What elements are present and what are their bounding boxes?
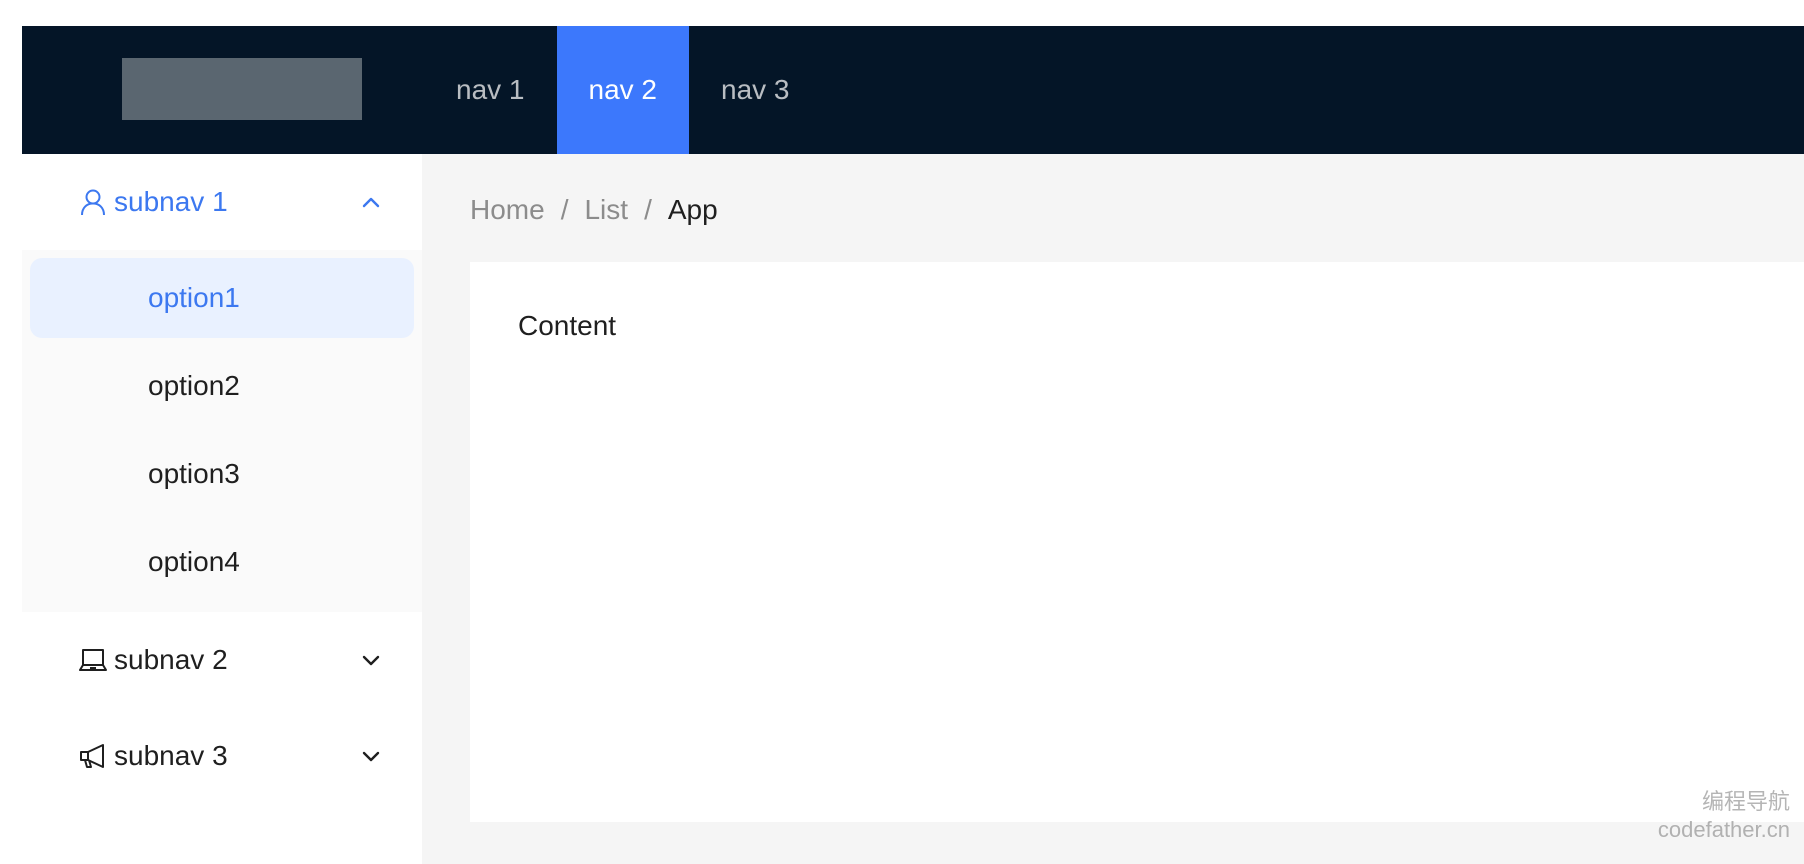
content-text: Content [518, 310, 617, 341]
breadcrumb-current: App [667, 194, 718, 225]
laptop-icon [78, 645, 108, 675]
submenu-subnav-2[interactable]: subnav 2 [22, 612, 422, 708]
content-panel: Content [470, 262, 1804, 822]
submenu-subnav-1[interactable]: subnav 1 [22, 154, 422, 250]
breadcrumb-home[interactable]: Home [470, 194, 545, 226]
watermark-line-2: codefather.cn [1657, 817, 1790, 842]
user-icon [78, 187, 108, 217]
header: nav 1 nav 2 nav 3 [22, 26, 1804, 154]
watermark: 编程导航 codefather.cn [1658, 788, 1790, 844]
submenu-subnav-3[interactable]: subnav 3 [22, 708, 422, 804]
app-layout: nav 1 nav 2 nav 3 subnav 1 option1 optio… [22, 26, 1804, 864]
submenu-label: subnav 2 [114, 644, 228, 675]
top-nav-item-2[interactable]: nav 2 [556, 26, 689, 154]
top-nav-item-1[interactable]: nav 1 [424, 26, 557, 154]
menu-option-2[interactable]: option2 [30, 346, 414, 426]
chevron-up-icon [360, 191, 382, 213]
logo [122, 58, 362, 120]
breadcrumb-separator: / [644, 194, 652, 225]
chevron-down-icon [360, 649, 382, 671]
top-nav: nav 1 nav 2 nav 3 [424, 26, 822, 154]
submenu-label: subnav 1 [114, 186, 228, 217]
watermark-line-1: 编程导航 [1701, 789, 1790, 814]
breadcrumb-separator: / [560, 194, 569, 225]
breadcrumb: Home / List / App [470, 190, 718, 230]
menu-option-4[interactable]: option4 [30, 522, 414, 602]
menu-option-1[interactable]: option1 [30, 258, 414, 338]
submenu-options: option1 option2 option3 option4 [22, 250, 422, 612]
menu-option-3[interactable]: option3 [30, 434, 414, 514]
top-nav-item-3[interactable]: nav 3 [689, 26, 822, 154]
submenu-label: subnav 3 [114, 740, 228, 771]
sidebar: subnav 1 option1 option2 option3 option4 [22, 154, 422, 864]
breadcrumb-list[interactable]: List [584, 194, 628, 226]
chevron-down-icon [360, 745, 382, 767]
notification-icon [78, 741, 108, 771]
